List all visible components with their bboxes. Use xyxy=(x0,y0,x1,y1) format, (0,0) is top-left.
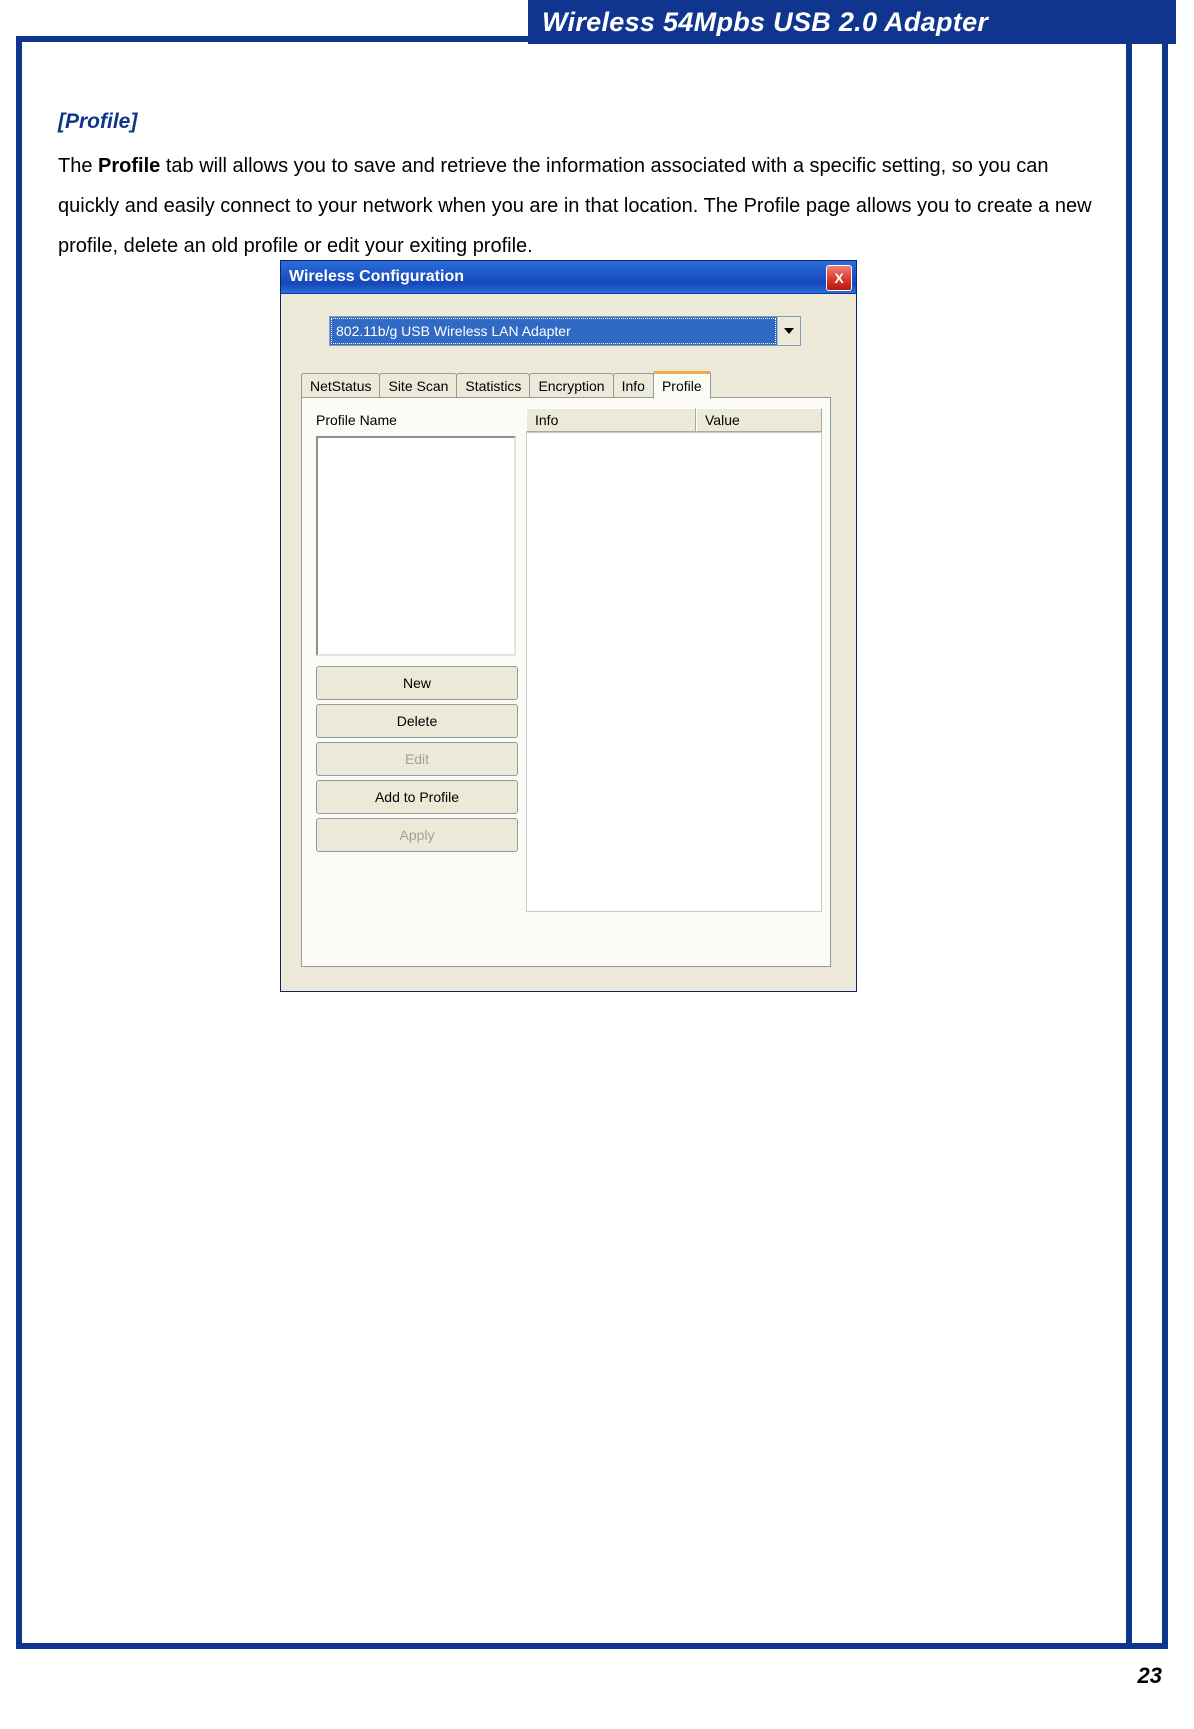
wireless-config-window: Wireless Configuration X 802.11b/g USB W… xyxy=(280,260,857,992)
section-paragraph: The Profile tab will allows you to save … xyxy=(58,146,1108,266)
apply-button[interactable]: Apply xyxy=(316,818,518,852)
adapter-selected-value: 802.11b/g USB Wireless LAN Adapter xyxy=(330,317,777,345)
info-value-header: Info Value xyxy=(526,408,822,432)
section-title: [Profile] xyxy=(58,110,1108,134)
tab-bar: NetStatus Site Scan Statistics Encryptio… xyxy=(301,372,831,398)
tab-statistics[interactable]: Statistics xyxy=(456,373,530,398)
window-titlebar[interactable]: Wireless Configuration X xyxy=(281,261,856,294)
delete-button[interactable]: Delete xyxy=(316,704,518,738)
tab-profile[interactable]: Profile xyxy=(653,371,711,399)
label-profile-name: Profile Name xyxy=(316,412,397,428)
info-value-listbox[interactable] xyxy=(526,432,822,912)
window-client-area: 802.11b/g USB Wireless LAN Adapter NetSt… xyxy=(281,294,856,992)
window-title: Wireless Configuration xyxy=(289,268,464,286)
combobox-arrow-button[interactable] xyxy=(777,317,800,345)
page-frame-right-stripe xyxy=(1126,42,1162,1643)
page-number: 23 xyxy=(1138,1663,1162,1689)
profile-name-listbox[interactable] xyxy=(316,436,516,656)
para-bold: Profile xyxy=(98,155,160,177)
tab-netstatus[interactable]: NetStatus xyxy=(301,373,380,398)
close-icon: X xyxy=(834,270,843,286)
edit-button[interactable]: Edit xyxy=(316,742,518,776)
column-header-value[interactable]: Value xyxy=(696,408,822,432)
adapter-combobox[interactable]: 802.11b/g USB Wireless LAN Adapter xyxy=(329,316,801,346)
new-button[interactable]: New xyxy=(316,666,518,700)
tab-info[interactable]: Info xyxy=(613,373,654,398)
chevron-down-icon xyxy=(784,328,794,334)
tab-encryption[interactable]: Encryption xyxy=(529,373,613,398)
page-header-text: Wireless 54Mpbs USB 2.0 Adapter xyxy=(542,7,988,37)
para-rest: tab will allows you to save and retrieve… xyxy=(58,155,1092,257)
para-lead: The xyxy=(58,155,98,177)
close-button[interactable]: X xyxy=(826,265,852,291)
tab-panel-profile: Profile Name Info Value New Delete Edit … xyxy=(301,397,831,967)
column-header-info[interactable]: Info xyxy=(526,408,696,432)
body-text-block: [Profile] The Profile tab will allows yo… xyxy=(58,110,1108,266)
tab-sitescan[interactable]: Site Scan xyxy=(379,373,457,398)
add-to-profile-button[interactable]: Add to Profile xyxy=(316,780,518,814)
